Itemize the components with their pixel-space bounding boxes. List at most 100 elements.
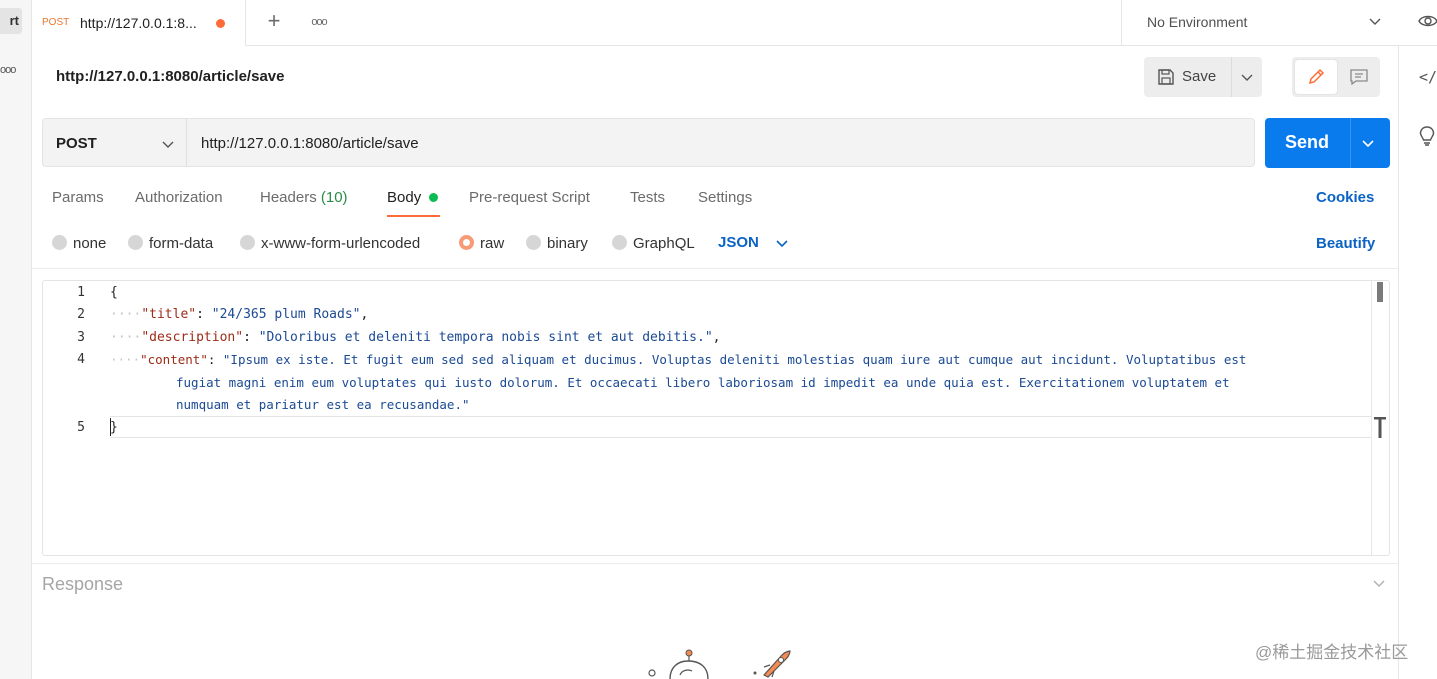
radio-none[interactable] (52, 235, 67, 250)
code-snippet-icon[interactable]: </> (1419, 68, 1437, 86)
save-options-button[interactable] (1232, 57, 1262, 97)
radio-raw-label[interactable]: raw (480, 235, 504, 252)
method-select[interactable]: POST (42, 118, 187, 167)
radio-raw[interactable] (459, 235, 474, 250)
radio-form-data[interactable] (128, 235, 143, 250)
request-tab[interactable]: POST http://127.0.0.1:8... (32, 0, 246, 46)
text-cursor (110, 418, 111, 436)
line-number: 1 (77, 285, 85, 300)
save-disk-icon (1158, 69, 1174, 85)
radio-urlencoded-label[interactable]: x-www-form-urlencoded (261, 235, 420, 252)
chevron-down-icon[interactable] (1372, 576, 1386, 590)
code-line: ····"description": "Doloribus et delenit… (110, 330, 721, 345)
brace-close: } (110, 420, 118, 435)
json-key: "title" (141, 307, 197, 322)
line-number: 2 (77, 307, 85, 322)
pencil-icon (1308, 68, 1325, 85)
scrollbar-thumb[interactable] (1377, 282, 1383, 302)
tab-headers-label: Headers (260, 189, 317, 206)
radio-binary-label[interactable]: binary (547, 235, 588, 252)
radio-graphql[interactable] (612, 235, 627, 250)
json-comma: , (360, 307, 369, 322)
view-mode-toggle (1292, 57, 1380, 97)
brace-open: { (110, 285, 118, 300)
send-label: Send (1284, 132, 1329, 152)
save-button[interactable]: Save (1144, 57, 1230, 97)
code-line: } (110, 420, 118, 435)
json-value: "24/365 plum Roads" (211, 307, 361, 322)
chevron-down-icon (1369, 18, 1381, 25)
cursor-position-marker (1374, 417, 1386, 438)
environment-label: No Environment (1147, 14, 1248, 30)
tab-body[interactable]: Body (387, 189, 421, 206)
tab-tests[interactable]: Tests (630, 189, 665, 206)
unsaved-dot-icon[interactable] (216, 19, 225, 28)
radio-urlencoded[interactable] (240, 235, 255, 250)
method-label: POST (56, 135, 97, 152)
right-sidebar: </> (1398, 46, 1437, 679)
edit-mode-button[interactable] (1295, 60, 1337, 94)
import-button[interactable]: rt (0, 8, 22, 34)
divider (32, 563, 1398, 564)
code-line: ····"content": "Ipsum ex iste. Et fugit … (110, 352, 1247, 367)
save-label: Save (1182, 68, 1217, 85)
tab-settings[interactable]: Settings (698, 189, 752, 206)
url-text: http://127.0.0.1:8080/article/save (201, 135, 419, 152)
tab-pre-request-script[interactable]: Pre-request Script (469, 189, 590, 206)
tab-headers[interactable]: Headers (10) (260, 189, 348, 206)
left-sidebar: rt ooo (0, 0, 32, 679)
current-line-highlight (110, 416, 1371, 438)
json-key: "description" (141, 330, 244, 345)
new-tab-plus-icon[interactable]: + (262, 10, 286, 34)
raw-format-select[interactable]: JSON (718, 234, 759, 251)
url-input[interactable]: http://127.0.0.1:8080/article/save (186, 118, 1255, 167)
line-number: 3 (77, 330, 85, 345)
chevron-down-icon (1241, 74, 1253, 81)
body-status-dot (429, 193, 438, 202)
radio-graphql-label[interactable]: GraphQL (633, 235, 695, 252)
chevron-down-icon[interactable] (1361, 136, 1375, 150)
radio-none-label[interactable]: none (73, 235, 106, 252)
headers-count: (10) (320, 189, 348, 206)
tab-bar: POST http://127.0.0.1:8... + ooo No Envi… (32, 0, 1437, 46)
comment-icon (1350, 69, 1368, 85)
json-value: "Doloribus et deleniti tempora nobis sin… (258, 330, 713, 345)
send-button[interactable]: Send (1265, 118, 1390, 168)
save-button-group: Save (1144, 57, 1262, 97)
response-heading[interactable]: Response (42, 574, 123, 595)
line-number: 4 (77, 352, 85, 367)
radio-binary[interactable] (526, 235, 541, 250)
postman-window: rt ooo POST http://127.0.0.1:8... + ooo … (0, 0, 1437, 679)
chevron-down-icon[interactable] (776, 237, 788, 249)
tab-params[interactable]: Params (52, 189, 104, 206)
watermark: @稀土掘金技术社区 (1255, 643, 1409, 662)
lightbulb-icon[interactable] (1419, 126, 1435, 146)
divider (32, 268, 1398, 269)
tab-method-label: POST (42, 17, 70, 28)
code-line-wrap: fugiat magni enim eum voluptates qui ius… (176, 375, 1230, 390)
radio-form-data-label[interactable]: form-data (149, 235, 213, 252)
json-value-wrap: numquam et pariatur est ea recusandae." (176, 397, 470, 412)
beautify-link[interactable]: Beautify (1316, 235, 1375, 252)
sidebar-more-icon[interactable]: ooo (0, 64, 16, 76)
active-tab-underline (387, 215, 440, 217)
body-editor[interactable]: 1 2 3 4 5 { ····"title": "24/365 plum Ro… (42, 280, 1390, 556)
comments-button[interactable] (1340, 60, 1378, 94)
chevron-down-icon (162, 141, 174, 148)
send-divider (1350, 118, 1351, 168)
json-value: "Ipsum ex iste. Et fugit eum sed sed ali… (222, 352, 1247, 367)
code-line-wrap: numquam et pariatur est ea recusandae." (176, 397, 470, 412)
tab-title: http://127.0.0.1:8... (80, 15, 197, 31)
code-line: { (110, 285, 118, 300)
cookies-link[interactable]: Cookies (1316, 189, 1374, 206)
json-value-wrap: fugiat magni enim eum voluptates qui ius… (176, 375, 1230, 390)
tab-more-icon[interactable]: ooo (307, 10, 331, 34)
code-line: ····"title": "24/365 plum Roads", (110, 307, 369, 322)
tab-authorization[interactable]: Authorization (135, 189, 223, 206)
astronaut-rocket-illustration (648, 649, 791, 679)
json-comma: , (712, 330, 721, 345)
request-title[interactable]: http://127.0.0.1:8080/article/save (56, 68, 284, 85)
line-number: 5 (77, 420, 85, 435)
eye-icon[interactable] (1418, 13, 1437, 29)
environment-selector[interactable]: No Environment (1121, 0, 1401, 46)
